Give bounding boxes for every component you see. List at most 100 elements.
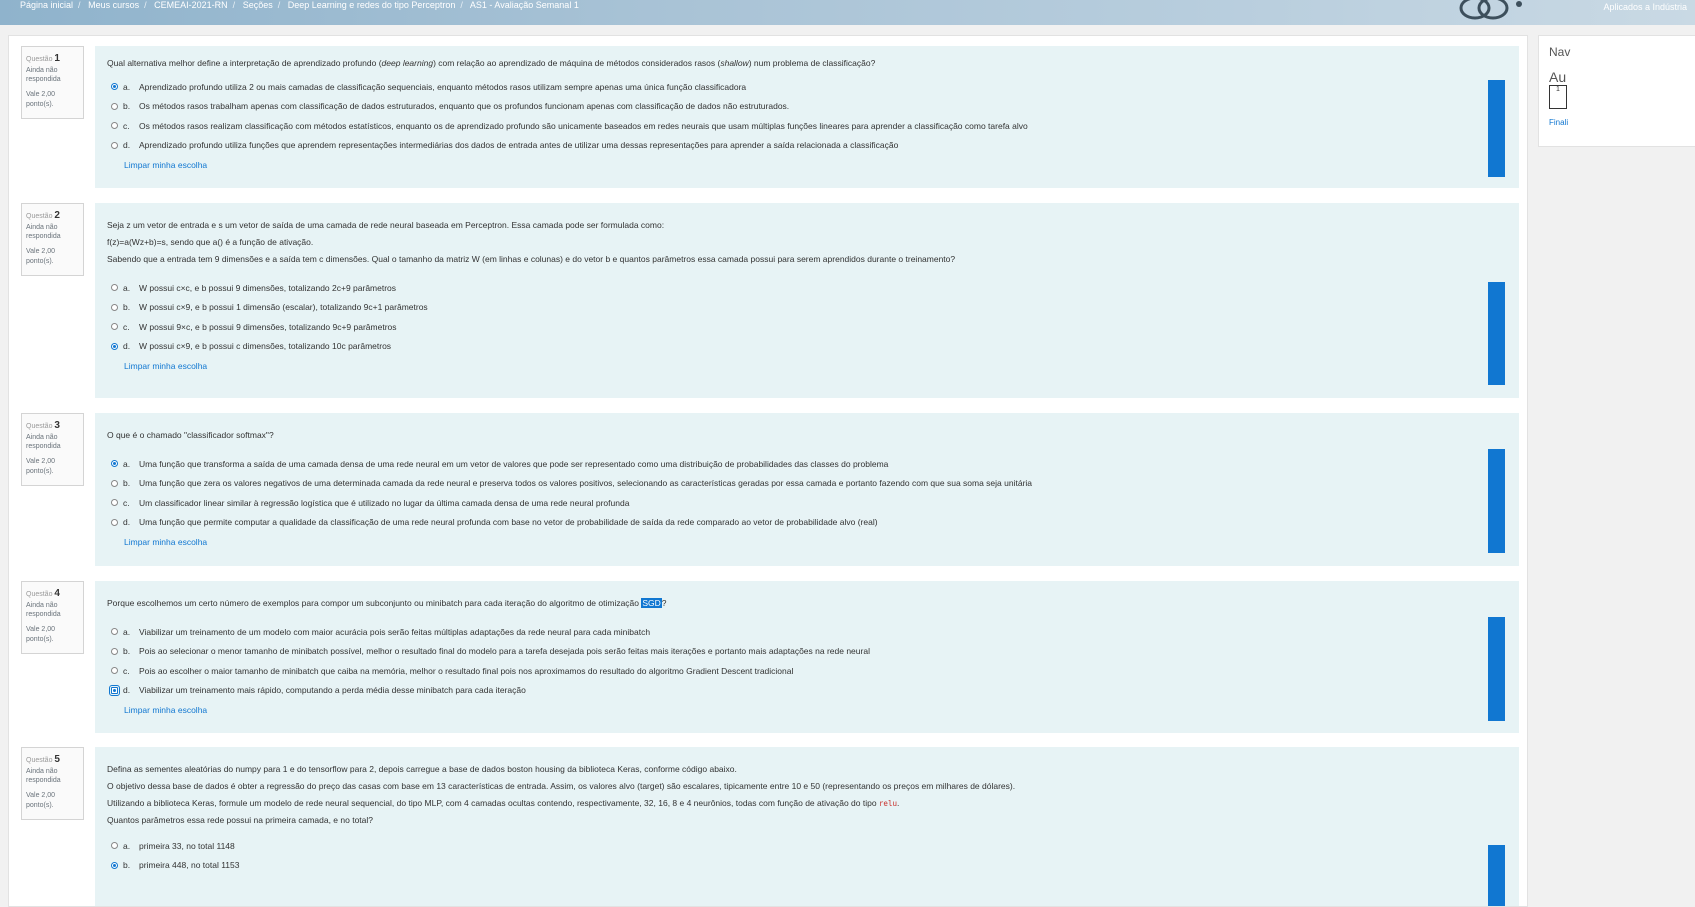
question-status: Ainda não respondida xyxy=(26,223,61,240)
radio-button[interactable] xyxy=(111,518,118,526)
question-formulation: Defina as sementes aleatórias do numpy p… xyxy=(95,747,1519,906)
clear-choice-link[interactable]: Limpar minha escolha xyxy=(124,705,207,715)
quiz-content: Questão 1 Ainda não respondida Vale 2,00… xyxy=(8,35,1528,907)
question-text: Porque escolhemos um certo número de exe… xyxy=(107,598,667,608)
option-b[interactable]: b. Uma função que zera os valores negativ… xyxy=(107,474,1507,494)
option-c[interactable]: c. W possui 9×c, e b possui 9 dimensões, … xyxy=(107,317,1507,337)
question-label: Questão xyxy=(26,213,53,220)
question-label: Questão xyxy=(26,56,53,63)
clear-choice-link[interactable]: Limpar minha escolha xyxy=(124,160,207,170)
question-flag-bar xyxy=(1488,617,1505,721)
finish-attempt-link[interactable]: Finali xyxy=(1549,118,1568,127)
question-label: Questão xyxy=(26,591,53,598)
option-b[interactable]: b. Pois ao selecionar o menor tamanho de … xyxy=(107,642,1507,662)
radio-button-checked[interactable] xyxy=(109,684,120,696)
question-number: 5 xyxy=(54,754,60,765)
clear-choice-link[interactable]: Limpar minha escolha xyxy=(124,361,207,371)
question-text-line: Seja z um vetor de entrada e s um vetor … xyxy=(107,220,665,230)
question-points: Vale 2,00 ponto(s). xyxy=(26,458,56,475)
radio-button[interactable] xyxy=(111,323,118,331)
question-text-line: Utilizando a biblioteca Keras, formule u… xyxy=(107,798,900,808)
question-status: Ainda não respondida xyxy=(26,66,61,83)
question-info: Questão 3 Ainda não respondida Vale 2,00… xyxy=(21,413,84,486)
nav-subtitle: Au xyxy=(1549,69,1567,85)
brand-text: Aplicados a Indústria xyxy=(1603,2,1687,12)
radio-button[interactable] xyxy=(111,122,118,130)
radio-button[interactable] xyxy=(111,102,118,110)
question-info: Questão 5 Ainda não respondida Vale 2,00… xyxy=(21,747,84,820)
question-text-line: f(z)=a(Wz+b)=s, sendo que a() é a função… xyxy=(107,237,314,247)
question-text: O que é o chamado "classificador softmax… xyxy=(107,430,274,440)
option-c[interactable]: c. Um classificador linear similar à regr… xyxy=(107,493,1507,513)
radio-button-checked[interactable] xyxy=(111,861,118,869)
question-number: 4 xyxy=(54,588,60,599)
question-flag-bar xyxy=(1488,449,1505,553)
option-a[interactable]: a. W possui c×c, e b possui 9 dimensões, … xyxy=(107,278,1507,298)
question-flag-bar xyxy=(1488,845,1505,906)
option-a[interactable]: a. Uma função que transforma a saída de u… xyxy=(107,454,1507,474)
question-text-line: O objetivo dessa base de dados é obter a… xyxy=(107,781,1016,791)
nav-title: Nav xyxy=(1549,45,1571,59)
highlighted-selection: SGD xyxy=(641,598,662,608)
breadcrumb-my-courses[interactable]: Meus cursos xyxy=(88,0,139,10)
breadcrumb-sections[interactable]: Seções xyxy=(243,0,273,10)
question-text: Qual alternativa melhor define a interpr… xyxy=(107,58,876,68)
question-formulation: O que é o chamado "classificador softmax… xyxy=(95,413,1519,566)
question-number: 3 xyxy=(54,420,60,431)
radio-button[interactable] xyxy=(111,647,118,655)
question-text-line: Quantos parâmetros essa rede possui na p… xyxy=(107,815,374,825)
radio-button-checked[interactable] xyxy=(111,83,118,91)
breadcrumb-section[interactable]: Deep Learning e redes do tipo Perceptron xyxy=(288,0,456,10)
option-a[interactable]: a. Viabilizar um treinamento de um modelo… xyxy=(107,622,1507,642)
radio-button-checked[interactable] xyxy=(111,460,118,468)
question-flag-bar xyxy=(1488,282,1505,385)
radio-button[interactable] xyxy=(111,667,118,675)
question-formulation: Qual alternativa melhor define a interpr… xyxy=(95,46,1519,188)
option-d[interactable]: d. Viabilizar um treinamento mais rápido,… xyxy=(107,681,1507,701)
option-b[interactable]: b. Os métodos rasos trabalham apenas com … xyxy=(107,97,1507,117)
breadcrumb-quiz[interactable]: AS1 - Avaliação Semanal 1 xyxy=(470,0,579,10)
question-points: Vale 2,00 ponto(s). xyxy=(26,248,56,265)
question-info: Questão 2 Ainda não respondida Vale 2,00… xyxy=(21,203,84,276)
radio-button[interactable] xyxy=(111,141,118,149)
question-number: 2 xyxy=(54,210,60,221)
radio-button[interactable] xyxy=(111,628,118,636)
radio-button-checked[interactable] xyxy=(111,342,118,350)
question-text-line: Defina as sementes aleatórias do numpy p… xyxy=(107,764,737,774)
radio-button[interactable] xyxy=(111,842,118,850)
radio-button[interactable] xyxy=(111,284,118,292)
radio-button[interactable] xyxy=(111,479,118,487)
question-flag-bar xyxy=(1488,80,1505,177)
option-b[interactable]: b. W possui c×9, e b possui 1 dimensão (e… xyxy=(107,298,1507,318)
header-banner: Página inicial / Meus cursos / CEMEAI-2021… xyxy=(0,0,1695,25)
question-points: Vale 2,00 ponto(s). xyxy=(26,626,56,643)
option-c[interactable]: c. Pois ao escolher o maior tamanho de mi… xyxy=(107,661,1507,681)
question-info: Questão 4 Ainda não respondida Vale 2,00… xyxy=(21,581,84,654)
nav-question-1-button[interactable]: 1 xyxy=(1549,85,1567,109)
question-status: Ainda não respondida xyxy=(26,433,61,450)
question-text-line: Sabendo que a entrada tem 9 dimensões e … xyxy=(107,254,956,264)
option-a[interactable]: a. Aprendizado profundo utiliza 2 ou mais… xyxy=(107,77,1507,97)
radio-button[interactable] xyxy=(111,303,118,311)
option-c[interactable]: c. Os métodos rasos realizam classificaçã… xyxy=(107,116,1507,136)
option-a[interactable]: a. primeira 33, no total 1148 xyxy=(107,836,1507,856)
option-d[interactable]: d. Uma função que permite computar a qual… xyxy=(107,513,1507,533)
clear-choice-link[interactable]: Limpar minha escolha xyxy=(124,537,207,547)
breadcrumb-course[interactable]: CEMEAI-2021-RN xyxy=(154,0,228,10)
question-formulation: Seja z um vetor de entrada e s um vetor … xyxy=(95,203,1519,398)
question-info: Questão 1 Ainda não respondida Vale 2,00… xyxy=(21,46,84,119)
question-points: Vale 2,00 ponto(s). xyxy=(26,792,56,809)
question-formulation: Porque escolhemos um certo número de exe… xyxy=(95,581,1519,733)
option-b[interactable]: b. primeira 448, no total 1153 xyxy=(107,856,1507,876)
question-number: 1 xyxy=(54,53,60,64)
code-relu: relu xyxy=(878,799,897,808)
breadcrumb-home[interactable]: Página inicial xyxy=(20,0,73,10)
option-d[interactable]: d. Aprendizado profundo utiliza funções q… xyxy=(107,136,1507,156)
question-status: Ainda não respondida xyxy=(26,767,61,784)
question-label: Questão xyxy=(26,757,53,764)
radio-button[interactable] xyxy=(111,499,118,507)
quiz-navigation-panel: Nav Au 1 Finali xyxy=(1538,35,1695,147)
question-status: Ainda não respondida xyxy=(26,601,61,618)
question-points: Vale 2,00 ponto(s). xyxy=(26,91,56,108)
option-d[interactable]: d. W possui c×9, e b possui c dimensões, … xyxy=(107,337,1507,357)
